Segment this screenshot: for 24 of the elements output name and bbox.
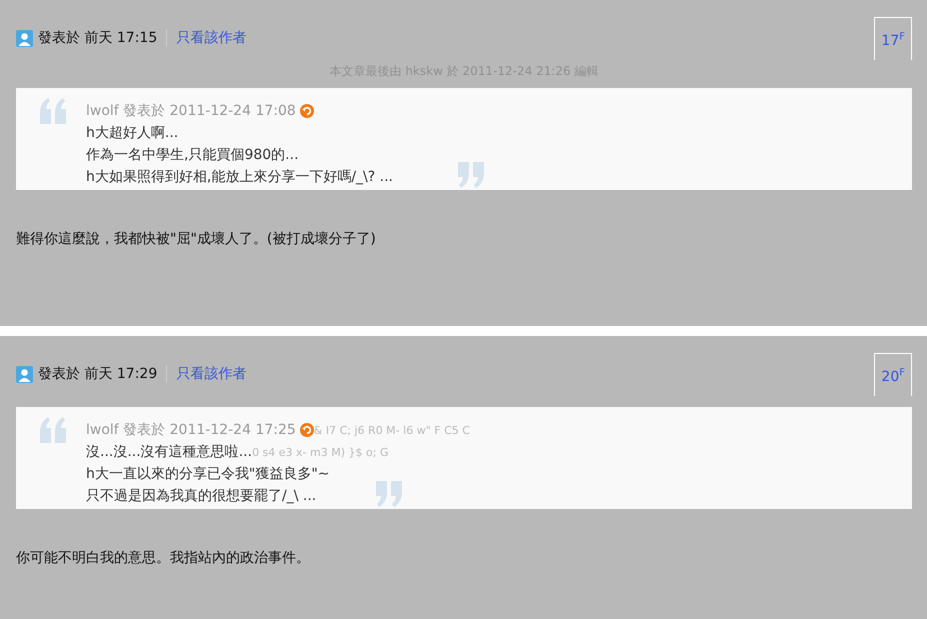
post-time: 發表於 前天 17:15 bbox=[38, 29, 158, 47]
quote-line: 沒...沒...沒有這種意思啦... bbox=[86, 443, 252, 461]
user-icon bbox=[16, 30, 33, 46]
garbled-text: & I7 C; j6 R0 M- l6 w" F C5 C bbox=[314, 424, 470, 437]
quote-line: 作為一名中學生,只能買個980的... bbox=[86, 146, 299, 164]
quote-line: h大超好人啊... bbox=[86, 124, 178, 142]
user-icon bbox=[16, 366, 33, 382]
floor-number[interactable]: 17$^{F}$ bbox=[874, 16, 912, 60]
quote-author-line: lwolf 發表於 2011-12-24 17:08 bbox=[86, 102, 296, 120]
close-quote-icon bbox=[374, 481, 404, 507]
quote-line: h大如果照得到好相,能放上來分享一下好嗎/_\? ... bbox=[86, 168, 393, 186]
quote-author-line: lwolf 發表於 2011-12-24 17:25 bbox=[86, 421, 296, 439]
post-time: 發表於 前天 17:29 bbox=[38, 365, 158, 383]
author-only-link[interactable]: 只看該作者 bbox=[176, 29, 246, 47]
open-quote-icon bbox=[38, 98, 68, 124]
author-only-link[interactable]: 只看該作者 bbox=[176, 365, 246, 383]
open-quote-icon bbox=[38, 417, 68, 443]
post-body: 難得你這麼說，我都快被"屈"成壞人了。(被打成壞分子了) bbox=[16, 230, 377, 248]
garbled-text: 0 s4 e3 x- m3 M) }$ o; G bbox=[252, 446, 388, 459]
quote-line: h大一直以來的分享已令我"獲益良多"~ bbox=[86, 465, 330, 483]
quote-line: 只不過是因為我真的很想要罷了/_\ ... bbox=[86, 487, 316, 505]
close-quote-icon bbox=[456, 162, 486, 188]
post-body: 你可能不明白我的意思。我指站內的政治事件。 bbox=[16, 549, 311, 567]
floor-number[interactable]: 20$^{F}$ bbox=[874, 352, 912, 396]
